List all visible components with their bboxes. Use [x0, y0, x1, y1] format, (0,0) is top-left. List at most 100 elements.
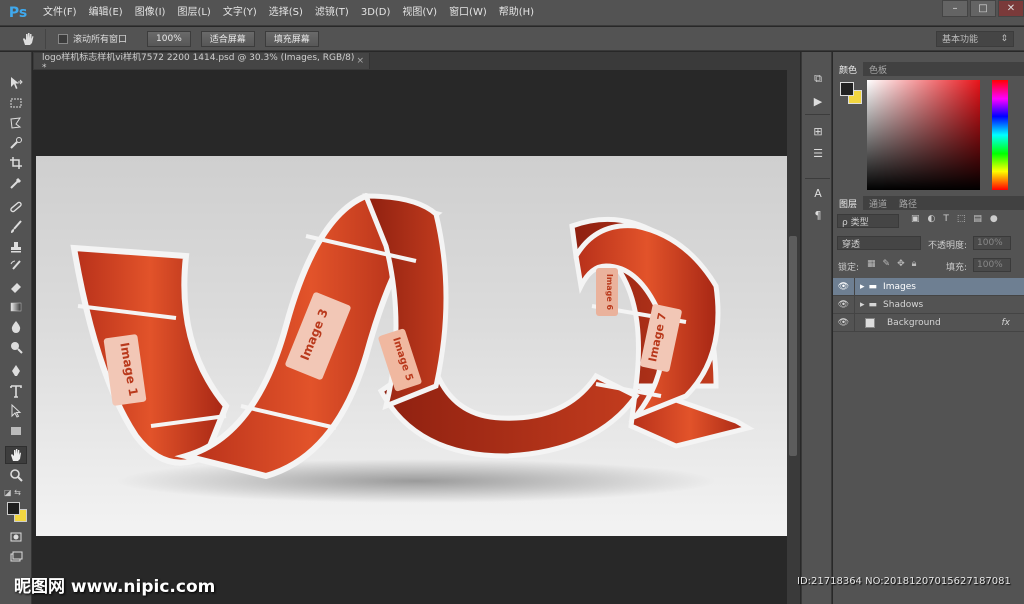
menu-item-1[interactable]: 编辑(E) — [83, 0, 129, 26]
menu-item-4[interactable]: 文字(Y) — [217, 0, 263, 26]
filter-smart-icon[interactable]: ▤ — [973, 214, 982, 224]
quick-mask-button[interactable] — [5, 528, 27, 546]
fill-screen-button[interactable]: 填充屏幕 — [264, 30, 319, 47]
crop-tool[interactable] — [5, 154, 27, 172]
workspace-label: 基本功能 — [942, 35, 979, 45]
visibility-eye-icon[interactable]: 👁︎ — [833, 295, 855, 314]
screen-mode-button[interactable] — [5, 548, 27, 566]
lock-all-icon[interactable]: 🔒︎ — [912, 259, 917, 269]
filter-adjust-icon[interactable]: ◐ — [928, 214, 936, 224]
window-controls: – □ ✕ — [940, 0, 1024, 17]
foreground-swatch[interactable] — [7, 502, 20, 515]
eyedropper-tool[interactable] — [5, 174, 27, 192]
app-logo: Ps — [8, 4, 28, 21]
tab-paths[interactable]: 路径 — [893, 196, 923, 210]
menu-item-0[interactable]: 文件(F) — [37, 0, 83, 26]
color-saturation-field[interactable] — [867, 80, 980, 190]
expand-arrow-icon[interactable]: ▸ — [860, 282, 865, 292]
layer-row-images[interactable]: 👁︎ ▸ ▬ Images — [833, 277, 1024, 296]
panel-foreground-swatch[interactable] — [840, 82, 854, 96]
move-tool[interactable] — [5, 74, 27, 92]
menu-item-10[interactable]: 帮助(H) — [493, 0, 540, 26]
fit-screen-button[interactable]: 适合屏幕 — [200, 30, 255, 47]
properties-icon[interactable]: ☰ — [808, 144, 828, 162]
zoom-tool[interactable] — [5, 466, 27, 484]
adjustments-icon[interactable]: ⊞ — [808, 122, 828, 140]
visibility-eye-icon[interactable]: 👁︎ — [833, 313, 855, 332]
clone-stamp-tool[interactable] — [5, 238, 27, 256]
quick-select-tool[interactable] — [5, 134, 27, 152]
zoom-icon — [10, 469, 23, 482]
vertical-scrollbar[interactable] — [787, 70, 800, 604]
filter-toggle-icon[interactable]: ● — [990, 214, 998, 224]
path-select-tool[interactable] — [5, 402, 27, 420]
pen-tool[interactable] — [5, 362, 27, 380]
layer-row-background[interactable]: 👁︎ Background fx — [833, 313, 1024, 332]
menu-item-7[interactable]: 3D(D) — [355, 0, 397, 26]
filter-shape-icon[interactable]: ⬚ — [957, 214, 966, 224]
lock-pixels-icon[interactable]: ▦ — [867, 259, 876, 269]
tools-panel: ◪ ⇆ — [0, 52, 32, 604]
lasso-tool[interactable] — [5, 114, 27, 132]
workspace-switcher[interactable]: 基本功能 ⇕ — [936, 30, 1014, 47]
ribbon-label-6: Image 6 — [605, 274, 614, 311]
eraser-tool[interactable] — [5, 278, 27, 296]
fx-badge[interactable]: fx — [1002, 318, 1011, 328]
layer-name: Background — [887, 317, 941, 328]
filter-pixel-icon[interactable]: ▣ — [911, 214, 920, 224]
close-button[interactable]: ✕ — [998, 0, 1024, 17]
actions-play-icon[interactable]: ▶ — [808, 92, 828, 110]
restore-button[interactable]: □ — [970, 0, 996, 17]
swap-colors-icon[interactable]: ◪ ⇆ — [4, 488, 21, 497]
lasso-icon — [10, 117, 22, 129]
dodge-tool[interactable] — [5, 338, 27, 356]
history-panel-icon[interactable]: ⧉ — [808, 70, 828, 88]
scrollbar-thumb[interactable] — [789, 236, 797, 456]
blur-tool[interactable] — [5, 318, 27, 336]
watermark-id: ID:21718364 NO:20181207015627187081 — [797, 576, 1011, 587]
folder-icon: ▬ — [868, 299, 878, 310]
document-canvas[interactable]: Image 1 Image 3 Image 5 Image 6 Image 7 — [36, 156, 787, 536]
layer-row-shadows[interactable]: 👁︎ ▸ ▬ Shadows — [833, 295, 1024, 314]
menu-item-6[interactable]: 滤镜(T) — [309, 0, 355, 26]
layer-name: Shadows — [883, 299, 924, 310]
color-swatches[interactable]: ◪ ⇆ — [4, 488, 28, 522]
menu-item-5[interactable]: 选择(S) — [263, 0, 309, 26]
opacity-input[interactable]: 100% — [973, 236, 1011, 250]
expand-arrow-icon[interactable]: ▸ — [860, 300, 865, 310]
menu-item-9[interactable]: 窗口(W) — [443, 0, 493, 26]
rectangle-tool[interactable] — [5, 422, 27, 440]
healing-brush-tool[interactable] — [5, 198, 27, 216]
layers-panel-tabs: 图层 通道 路径 — [833, 196, 1024, 210]
tab-layers[interactable]: 图层 — [833, 196, 864, 210]
type-tool[interactable] — [5, 382, 27, 400]
watermark-site: 昵图网 www.nipic.com — [14, 577, 216, 597]
layer-filter-select[interactable]: ρ 类型 — [837, 214, 899, 228]
character-panel-icon[interactable]: A — [808, 184, 828, 202]
minimize-button[interactable]: – — [942, 0, 968, 17]
tab-channels[interactable]: 通道 — [863, 196, 893, 210]
zoom-100-button[interactable]: 100% — [147, 30, 191, 47]
filter-type-icon[interactable]: T — [943, 214, 949, 224]
blend-mode-select[interactable]: 穿透 — [837, 236, 921, 250]
menu-item-8[interactable]: 视图(V) — [396, 0, 443, 26]
fill-label: 填充: — [946, 263, 968, 273]
scroll-all-checkbox[interactable] — [58, 33, 68, 44]
visibility-eye-icon[interactable]: 👁︎ — [833, 277, 855, 296]
marquee-tool[interactable] — [5, 94, 27, 112]
pen-icon — [12, 365, 20, 376]
paragraph-panel-icon[interactable]: ¶ — [808, 206, 828, 224]
fill-input[interactable]: 100% — [973, 258, 1011, 272]
brush-tool[interactable] — [5, 218, 27, 236]
lock-move-icon[interactable]: ✥ — [897, 259, 905, 269]
history-brush-tool[interactable] — [5, 258, 27, 276]
hue-slider[interactable] — [992, 80, 1008, 190]
hand-tool[interactable] — [5, 446, 27, 464]
menu-item-2[interactable]: 图像(I) — [129, 0, 172, 26]
gradient-tool[interactable] — [5, 298, 27, 316]
lock-brush-icon[interactable]: ✎ — [883, 259, 891, 269]
close-tab-icon[interactable]: × — [356, 56, 364, 66]
menu-item-3[interactable]: 图层(L) — [171, 0, 216, 26]
tool-preset-picker[interactable] — [10, 28, 46, 49]
document-tab[interactable]: logo样机标志样机vi样机7572 2200 1414.psd @ 30.3%… — [34, 53, 370, 73]
